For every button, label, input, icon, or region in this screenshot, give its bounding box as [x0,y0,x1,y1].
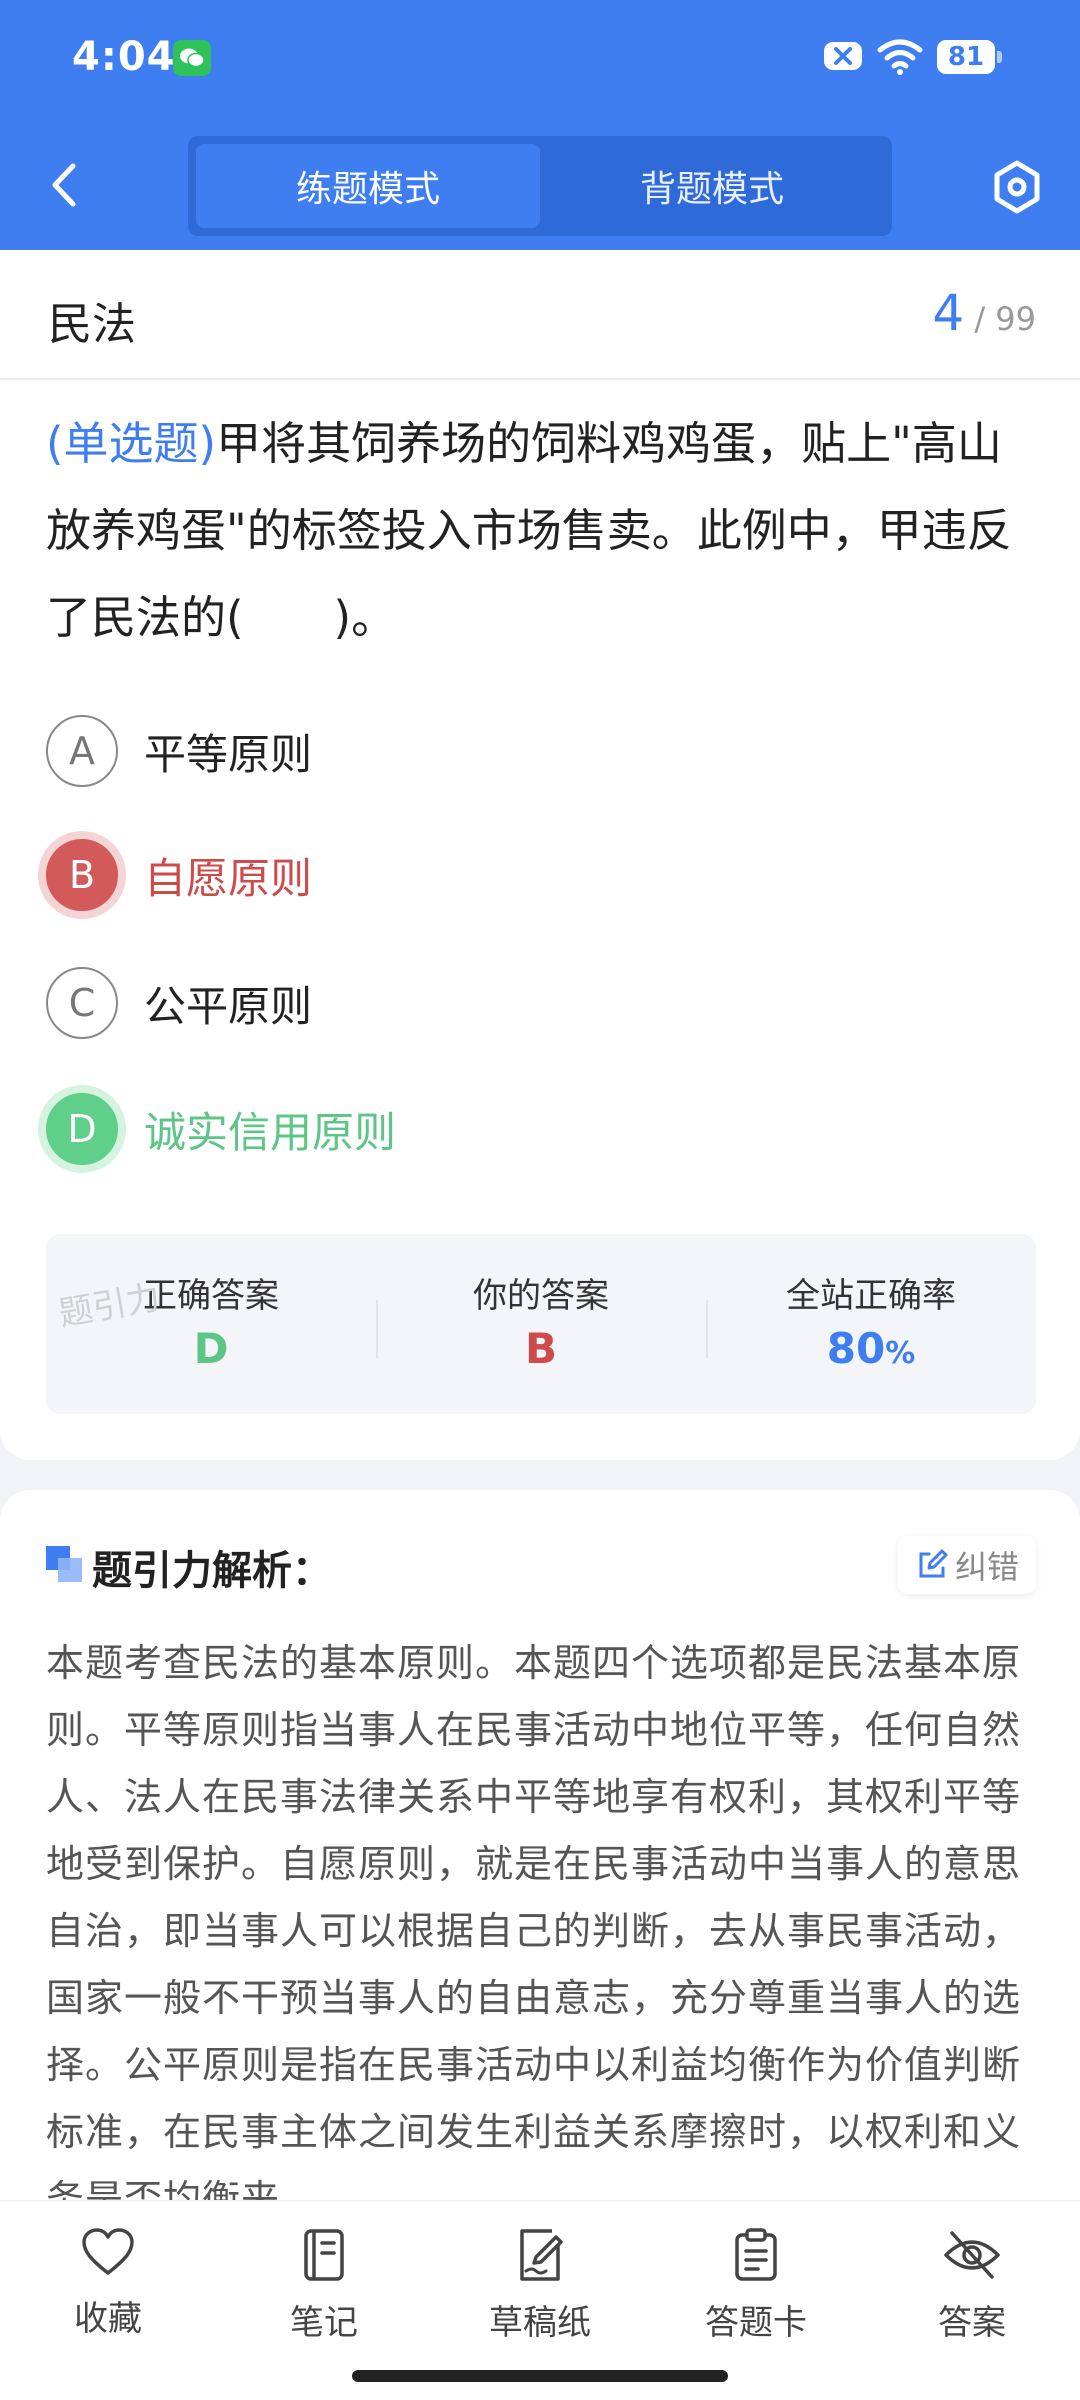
nav-answer[interactable]: 答案 [864,2227,1080,2344]
nav-label: 笔记 [290,2303,358,2343]
analysis-text: 本题考查民法的基本原则。本题四个选项都是民法基本原则。平等原则指当事人在民事活动… [46,1641,1022,2221]
stat-value: 80% [706,1324,1036,1373]
divider [0,378,1080,380]
nav-draft-paper[interactable]: 草稿纸 [432,2227,648,2344]
question-stem: (单选题)甲将其饲养场的饲料鸡鸡蛋，贴上"高山放养鸡蛋"的标签投入市场售卖。此例… [46,400,1036,661]
option-letter: D [46,1093,118,1165]
option-a[interactable]: A 平等原则 [46,714,312,788]
battery-indicator: 81 [937,40,1002,74]
question-type: (单选题) [46,417,217,470]
nav-label: 答案 [938,2303,1006,2343]
subject-title: 民法 [48,299,136,350]
option-text: 公平原则 [144,981,313,1031]
heart-icon [82,2228,134,2275]
notebook-icon [304,2229,344,2281]
nav-label: 草稿纸 [489,2303,591,2343]
settings-icon[interactable] [988,158,1046,216]
nav-answer-card[interactable]: 答题卡 [648,2227,864,2344]
nav-favorite[interactable]: 收藏 [0,2227,216,2340]
option-letter: B [46,839,118,911]
stat-correct-rate: 全站正确率 80% [706,1234,1036,1414]
question-progress: 4 / 99 [932,284,1036,342]
option-letter: A [46,715,118,787]
tab-practice-mode[interactable]: 练题模式 [196,144,540,228]
stat-your-answer: 你的答案 B [376,1234,706,1414]
status-time: 4:04 [72,34,176,80]
analysis-card: 题引力解析： 纠错 本题考查民法的基本原则。本题四个选项都是民法基本原则。平等原… [0,1490,1080,2250]
analysis-title-icon [46,1546,82,1582]
tab-recite-mode[interactable]: 背题模式 [540,144,884,228]
total-questions: / 99 [974,300,1036,338]
option-letter: C [46,967,118,1039]
wifi-icon [877,39,923,75]
stat-label: 全站正确率 [786,1276,956,1316]
nav-label: 收藏 [74,2299,142,2339]
back-arrow-icon[interactable] [45,160,85,210]
nav-label: 答题卡 [705,2303,807,2343]
answer-stats: 正确答案 D 你的答案 B 全站正确率 80% [46,1234,1036,1414]
status-bar: 4:04 81 [0,0,1080,120]
draft-paper-icon [520,2229,563,2281]
answer-card-icon [735,2228,777,2281]
eye-off-icon [944,2231,1000,2279]
rate-unit: % [885,1336,916,1371]
stat-label: 你的答案 [473,1276,609,1316]
wechat-icon [173,40,211,76]
report-error-button[interactable]: 纠错 [898,1536,1036,1594]
option-d[interactable]: D 诚实信用原则 [46,1092,396,1166]
option-text: 诚实信用原则 [144,1107,397,1157]
nav-notes[interactable]: 笔记 [216,2227,432,2344]
option-b[interactable]: B 自愿原则 [46,838,312,912]
rate-number: 80 [826,1324,886,1373]
stat-value: D [193,1324,229,1373]
analysis-title: 题引力解析： [92,1548,332,1594]
option-c[interactable]: C 公平原则 [46,966,312,1040]
home-indicator[interactable] [352,2370,728,2382]
option-text: 自愿原则 [144,853,313,903]
notification-mute-icon [824,42,862,70]
edit-icon [919,1549,948,1578]
top-bar: 4:04 81 练题模式 背题模式 [0,0,1080,250]
question-card: 民法 4 / 99 (单选题)甲将其饲养场的饲料鸡鸡蛋，贴上"高山放养鸡蛋"的标… [0,250,1080,1460]
option-text: 平等原则 [144,729,313,779]
mode-switch: 练题模式 背题模式 [188,136,892,236]
current-question-number: 4 [932,284,965,342]
stat-value: B [524,1324,557,1373]
report-error-label: 纠错 [954,1548,1019,1586]
